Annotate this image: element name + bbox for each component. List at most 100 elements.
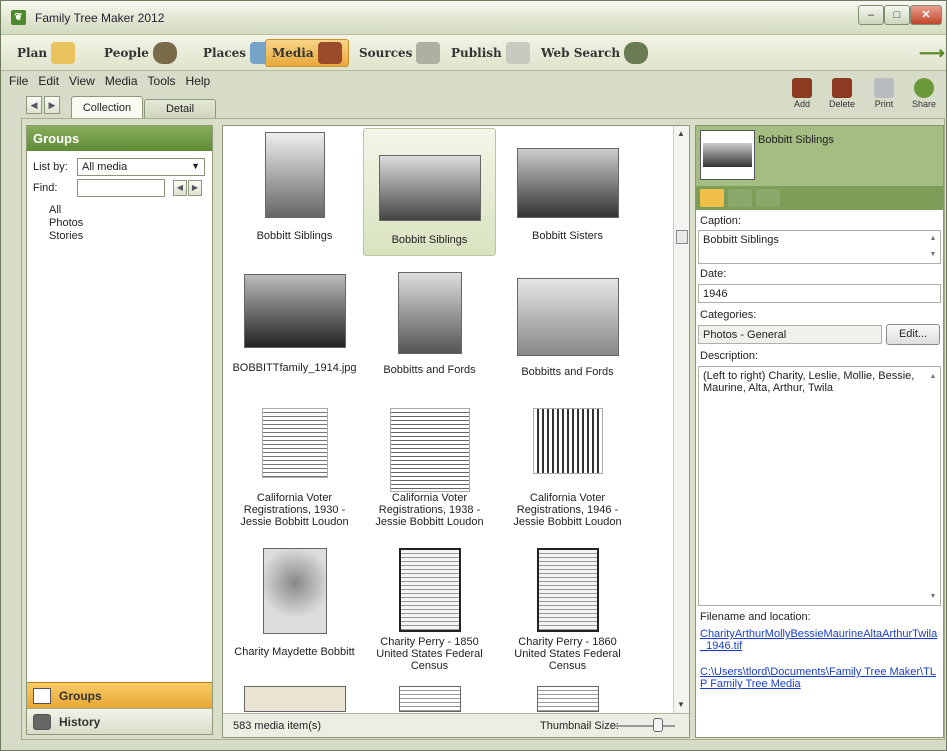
sidebar-groups-label: Groups [59, 688, 102, 703]
list-by-select[interactable]: All media ▼ [77, 158, 205, 176]
web-search-icon [624, 42, 649, 64]
scroll-down-icon[interactable]: ▼ [927, 251, 939, 258]
print-label: Print [874, 99, 894, 109]
group-item-all[interactable]: All [49, 204, 83, 217]
media-tile-label: Bobbitts and Fords [521, 366, 614, 378]
add-label: Add [793, 99, 810, 109]
nav-forward-arrow-icon[interactable]: ⟶ [919, 43, 945, 64]
detail-panel: Bobbitt Siblings Caption: Bobbitt Siblin… [695, 125, 944, 738]
menu-media[interactable]: Media [105, 74, 138, 90]
location-link[interactable]: C:\Users\tlord\Documents\Family Tree Mak… [700, 666, 940, 690]
media-tile[interactable]: Bobbitts and Fords [363, 272, 496, 382]
gallery-scrollbar[interactable]: ▲ ▼ [673, 126, 689, 714]
media-tile-selected[interactable]: Bobbitt Siblings [363, 128, 496, 256]
media-tile-label: Charity Perry - 1860 United States Feder… [514, 636, 621, 672]
back-arrow-icon[interactable]: ◀ [26, 96, 42, 114]
description-field[interactable]: (Left to right) Charity, Leslie, Mollie,… [698, 366, 941, 606]
thumbnail-image [397, 272, 462, 354]
print-button[interactable]: Print [867, 78, 901, 109]
thumbnail-image [261, 408, 328, 478]
sidebar-groups-button[interactable]: Groups [27, 682, 212, 708]
media-tile[interactable]: Charity Perry - 1850 United States Feder… [363, 548, 496, 672]
thumbnail-size-label: Thumbnail Size: [540, 720, 619, 732]
group-item-stories[interactable]: Stories [49, 230, 83, 243]
media-tile[interactable] [228, 686, 361, 714]
media-tile[interactable]: California Voter Registrations, 1946 - J… [501, 408, 634, 538]
sidebar-history-button[interactable]: History [27, 708, 212, 734]
sidebar-history-label: History [59, 714, 101, 729]
tab-collection[interactable]: Collection [71, 96, 143, 118]
date-field[interactable]: 1946 [698, 284, 941, 303]
minimize-button[interactable]: – [858, 5, 884, 25]
detail-tabs [696, 186, 943, 210]
gallery-footer: 583 media item(s) Thumbnail Size: [223, 713, 689, 737]
scroll-down-icon[interactable]: ▼ [677, 700, 685, 709]
thumbnail-image [516, 278, 619, 356]
filename-link[interactable]: CharityArthurMollyBessieMaurineAltaArthu… [700, 628, 940, 652]
nav-sources[interactable]: Sources [353, 39, 446, 67]
date-value: 1946 [703, 288, 728, 300]
media-icon [317, 42, 342, 64]
media-tile[interactable] [363, 686, 496, 714]
nav-media[interactable]: Media [265, 39, 349, 67]
delete-icon [832, 78, 852, 98]
chevron-down-icon: ▼ [191, 161, 200, 171]
media-tile[interactable]: Charity Maydette Bobbitt [228, 548, 361, 660]
nav-plan[interactable]: Plan [11, 39, 81, 67]
find-input[interactable] [77, 179, 165, 197]
thumbnail-image [536, 548, 599, 632]
find-next-icon[interactable]: ▶ [188, 180, 202, 196]
maximize-button[interactable]: □ [884, 5, 910, 25]
slider-handle[interactable] [653, 718, 663, 732]
edit-tab-icon[interactable] [700, 189, 724, 207]
tab-detail[interactable]: Detail [144, 99, 216, 118]
link-tab-icon[interactable] [728, 189, 752, 207]
media-tile-label: Bobbitt Sisters [532, 230, 603, 242]
media-tile[interactable]: Bobbitt Sisters [501, 132, 634, 254]
find-label: Find: [33, 182, 58, 194]
media-tile[interactable]: California Voter Registrations, 1930 - J… [228, 408, 361, 538]
thumbnail-size-slider[interactable] [615, 725, 675, 727]
close-button[interactable]: ✕ [910, 5, 942, 25]
title-bar: ❦ Family Tree Maker 2012 – □ ✕ [1, 1, 946, 35]
scrollbar-thumb[interactable] [676, 230, 688, 244]
thumbnail-image [243, 686, 346, 712]
media-tile-label: Bobbitt Siblings [391, 234, 468, 246]
media-tile[interactable]: BOBBITTfamily_1914.jpg [228, 274, 361, 382]
delete-button[interactable]: Delete [825, 78, 859, 109]
add-button[interactable]: Add [785, 78, 819, 109]
media-tile[interactable]: Bobbitt Siblings [228, 132, 361, 254]
menu-view[interactable]: View [69, 74, 95, 90]
menu-tools[interactable]: Tools [148, 74, 176, 90]
thumbnail-image [389, 408, 470, 492]
scroll-up-icon[interactable]: ▲ [677, 129, 685, 138]
print-icon [874, 78, 894, 98]
group-item-photos[interactable]: Photos [49, 217, 83, 230]
nav-web-search[interactable]: Web Search [535, 39, 654, 67]
media-tile[interactable]: Bobbitts and Fords [501, 278, 634, 382]
menu-edit[interactable]: Edit [38, 74, 59, 90]
menu-help[interactable]: Help [186, 74, 211, 90]
delete-label: Delete [828, 99, 855, 109]
media-gallery: Bobbitt Siblings Bobbitt Siblings Bobbit… [222, 125, 690, 738]
nav-publish[interactable]: Publish [445, 39, 536, 67]
notes-tab-icon[interactable] [756, 189, 780, 207]
forward-arrow-icon[interactable]: ▶ [44, 96, 60, 114]
nav-plan-label: Plan [17, 46, 48, 60]
thumbnail-image [264, 132, 325, 218]
description-label: Description: [700, 350, 759, 362]
media-tile[interactable] [501, 686, 634, 714]
share-button[interactable]: Share [907, 78, 941, 109]
media-tile[interactable]: Charity Perry - 1860 United States Feder… [501, 548, 634, 672]
scroll-up-icon[interactable]: ▲ [927, 371, 939, 383]
media-tile[interactable]: California Voter Registrations, 1938 - J… [363, 408, 496, 538]
find-prev-icon[interactable]: ◀ [173, 180, 187, 196]
history-icon [33, 713, 51, 730]
media-tile-label: California Voter Registrations, 1946 - J… [513, 492, 622, 528]
scroll-up-icon[interactable]: ▲ [927, 235, 939, 242]
caption-field[interactable]: Bobbitt Siblings ▲ ▼ [698, 230, 941, 264]
edit-categories-button[interactable]: Edit... [886, 324, 940, 345]
scroll-down-icon[interactable]: ▼ [927, 591, 939, 603]
nav-people[interactable]: People [98, 39, 183, 67]
menu-file[interactable]: File [9, 74, 28, 90]
